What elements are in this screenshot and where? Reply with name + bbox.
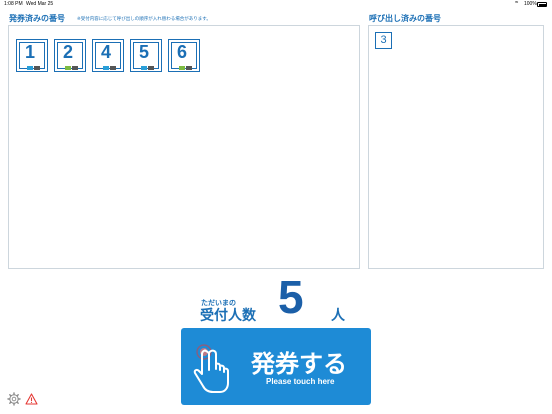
battery-percent: 100%: [524, 1, 537, 7]
wifi-icon: ≈: [515, 0, 519, 6]
ticket-status-tag: [34, 66, 40, 70]
called-title: 呼び出し済みの番号: [369, 14, 441, 23]
ticket-category-tag: [65, 66, 71, 70]
ticket-status-tag: [72, 66, 78, 70]
warning-icon[interactable]: [25, 393, 38, 405]
called-panel: 3: [368, 25, 544, 269]
ticket[interactable]: 5: [130, 39, 162, 72]
ticket-status-tag: [148, 66, 154, 70]
ticket-number: 6: [176, 42, 187, 62]
ticket-status-tag: [110, 66, 116, 70]
called-ticket: 3: [375, 32, 392, 49]
called-ticket-number: 3: [380, 34, 387, 46]
waiting-label: 受付人数: [200, 308, 256, 324]
issue-ticket-button[interactable]: 発券する Please touch here: [181, 328, 371, 405]
issue-button-label: 発券する: [251, 350, 347, 378]
issued-title: 発券済みの番号: [9, 14, 65, 23]
ticket-category-tag: [27, 66, 33, 70]
ticket-category-tag: [141, 66, 147, 70]
ticket-category-tag: [103, 66, 109, 70]
ticket[interactable]: 1: [16, 39, 48, 72]
ticket-category-tag: [179, 66, 185, 70]
status-time: 1:08 PM: [4, 1, 23, 7]
ticket[interactable]: 4: [92, 39, 124, 72]
battery-icon: [537, 2, 547, 7]
status-date: Wed Mar 25: [26, 1, 54, 7]
waiting-unit: 人: [331, 308, 345, 324]
hand-pointer-icon: [193, 344, 229, 393]
waiting-count: 5: [278, 271, 304, 323]
status-bar: 1:08 PM Wed Mar 25 ≈ 100%: [0, 0, 552, 9]
ticket-status-tag: [186, 66, 192, 70]
ticket-number: 4: [100, 42, 111, 62]
ticket-number: 5: [138, 42, 149, 62]
gear-icon[interactable]: [7, 392, 21, 406]
issue-button-sublabel: Please touch here: [266, 377, 335, 386]
ticket[interactable]: 2: [54, 39, 86, 72]
ticket[interactable]: 6: [168, 39, 200, 72]
ticket-number: 1: [24, 42, 35, 62]
ticket-number: 2: [62, 42, 73, 62]
issued-note: ※受付内容に応じて呼び出しの順序が入れ替わる場合があります。: [77, 17, 211, 22]
issued-panel: 1 2 4 5 6: [8, 25, 360, 269]
